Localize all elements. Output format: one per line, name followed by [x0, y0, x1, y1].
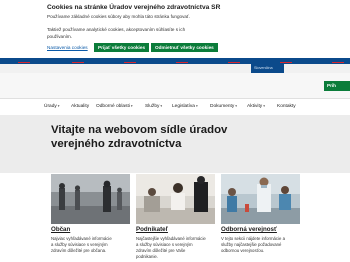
accept-cookies-button[interactable]: Prijať všetky cookies — [94, 43, 150, 52]
hero-title-line: Vitajte na webovom sídle úradov — [51, 124, 228, 136]
main-nav: Úrady▾ Aktuality Odborné oblasti▾ Služby… — [0, 98, 350, 116]
card-description: Najviac vyhľadávané informácie a služby … — [51, 236, 131, 254]
nav-item-dokumenty[interactable]: Dokumenty▾ — [210, 104, 237, 109]
utility-bar: Slovenčina — [0, 64, 350, 73]
login-button[interactable]: Prih — [324, 81, 350, 91]
cookie-banner-text: používaním. — [47, 34, 73, 39]
card-description: Najčastejšie vyhľadávané informácie a sl… — [136, 236, 216, 260]
nav-label: Odborné oblasti — [96, 104, 130, 109]
card-desc-line: Najviac vyhľadávané informácie — [51, 236, 112, 241]
stripe-decoration — [332, 62, 344, 63]
chevron-down-icon: ▾ — [130, 104, 133, 108]
people-walking-photo — [51, 174, 130, 224]
hero-title: Vitajte na webovom sídle úradov verejného… — [51, 123, 227, 151]
chevron-down-icon: ▾ — [263, 104, 266, 108]
card-desc-line: zdravím dôležité pre Vaše — [136, 247, 186, 253]
nav-label: Legislatíva — [172, 104, 195, 109]
nav-label: Úrady — [44, 104, 57, 109]
header-area — [0, 73, 350, 98]
nav-label: Dokumenty — [210, 104, 235, 109]
nav-item-aktuality[interactable]: Aktuality — [71, 104, 89, 109]
chevron-down-icon: ▾ — [160, 104, 163, 108]
nav-item-legislativa[interactable]: Legislatíva▾ — [172, 104, 198, 109]
nav-label: Aktivity — [247, 104, 263, 109]
nav-label: Kontakty — [277, 104, 296, 109]
card-image-odborna-verejnost — [221, 174, 300, 224]
hero-title-line: verejného zdravotníctva — [51, 138, 182, 150]
stripe-decoration — [18, 62, 30, 63]
nav-item-kontakty[interactable]: Kontakty — [277, 104, 296, 109]
card-desc-line: zdravím dôležité pre občana. — [51, 247, 107, 253]
hero-banner: Vitajte na webovom sídle úradov verejného… — [0, 115, 350, 173]
language-switcher[interactable]: Slovenčina — [251, 64, 284, 73]
card-desc-line: a služby súvisiace s verejným — [136, 241, 193, 247]
stripe-decoration — [228, 62, 240, 63]
chevron-down-icon: ▾ — [195, 104, 198, 108]
reject-cookies-button[interactable]: Odmietnuť všetky cookies — [151, 43, 218, 52]
business-meeting-photo — [136, 174, 215, 224]
nav-label: Služby — [145, 104, 160, 109]
stripe-decoration — [72, 62, 84, 63]
cookie-banner-title: Cookies na stránke Úradov verejného zdra… — [47, 4, 221, 11]
card-desc-line: služby najčastejšie požadované — [221, 241, 282, 247]
card-desc-line: podnikanie. — [136, 253, 158, 259]
card-title[interactable]: Občan — [51, 226, 70, 233]
nav-label: Aktuality — [71, 104, 90, 109]
chevron-down-icon: ▾ — [57, 104, 60, 108]
card-desc-line: odbornou verejnosťou. — [221, 247, 265, 253]
cookie-banner-text: Používame základné cookies súbory aby mo… — [47, 14, 190, 19]
cookie-banner-text: Taktiež používame analytické cookies, ak… — [47, 27, 186, 32]
nav-item-aktivity[interactable]: Aktivity▾ — [247, 104, 265, 109]
card-image-podnikatel — [136, 174, 215, 224]
stripe-decoration — [280, 62, 292, 63]
card-title[interactable]: Podnikateľ — [136, 226, 168, 233]
laboratory-photo — [221, 174, 300, 224]
cookie-banner: Cookies na stránke Úradov verejného zdra… — [0, 0, 350, 58]
card-desc-line: a služby súvisiace s verejným — [51, 241, 108, 247]
nav-item-sluzby[interactable]: Služby▾ — [145, 104, 162, 109]
stripe-decoration — [124, 62, 136, 63]
card-description: V tejto sekcii nájdete informácie a služ… — [221, 236, 301, 254]
chevron-down-icon: ▾ — [235, 104, 238, 108]
card-desc-line: Najčastejšie vyhľadávané informácie — [136, 236, 206, 241]
cookie-settings-link[interactable]: Nastavenia cookies — [47, 45, 88, 50]
stripe-decoration — [176, 62, 188, 63]
card-image-obcan — [51, 174, 130, 224]
nav-item-urady[interactable]: Úrady▾ — [44, 104, 60, 109]
card-title[interactable]: Odborná verejnosť — [221, 226, 277, 233]
nav-item-odborne-oblasti[interactable]: Odborné oblasti▾ — [96, 104, 133, 109]
card-desc-line: V tejto sekcii nájdete informácie a — [221, 236, 286, 241]
